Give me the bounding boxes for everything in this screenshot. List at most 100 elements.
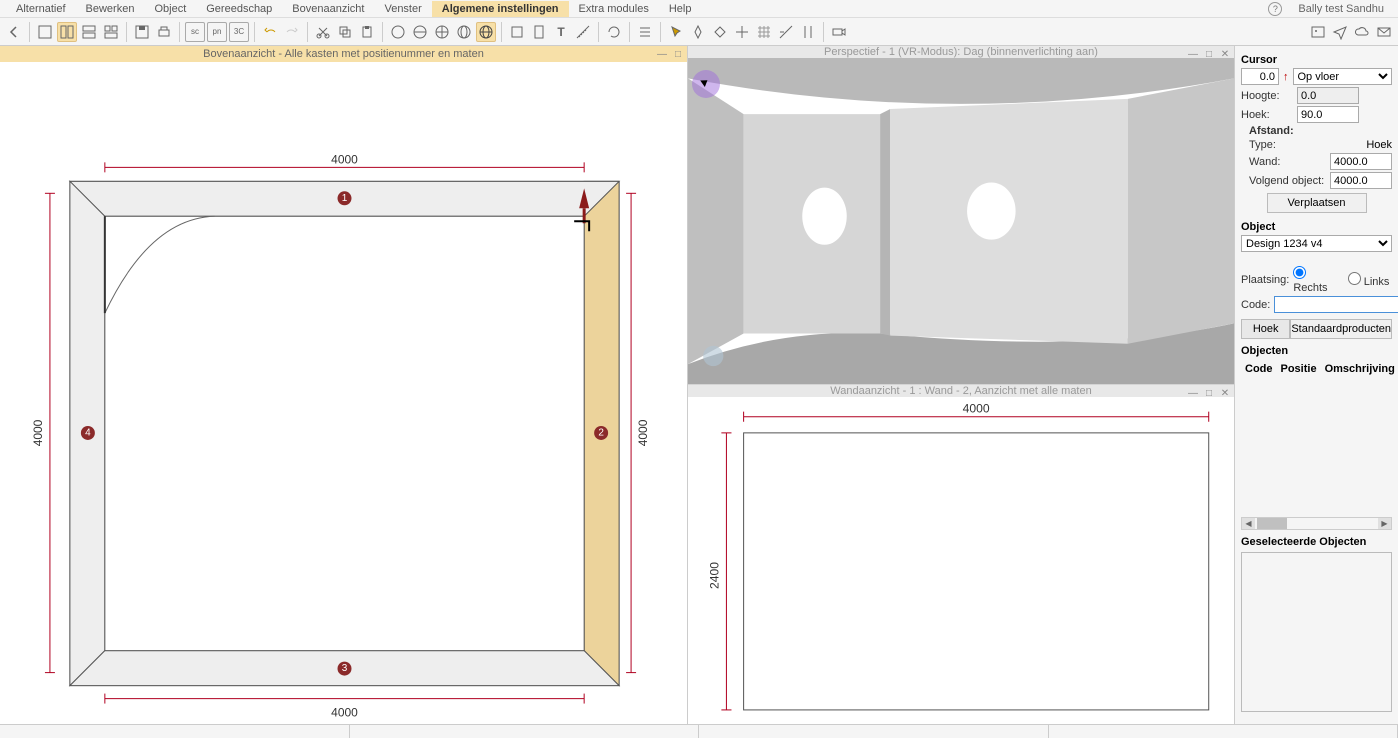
scroll-thumb[interactable] <box>1257 518 1287 529</box>
text-icon[interactable]: T <box>551 22 571 42</box>
tab-standaardproducten[interactable]: Standaardproducten <box>1290 319 1392 339</box>
svg-text:4: 4 <box>85 427 91 438</box>
layout2-icon[interactable] <box>57 22 77 42</box>
list-icon[interactable] <box>635 22 655 42</box>
menu-help[interactable]: Help <box>659 1 702 17</box>
print-icon[interactable] <box>154 22 174 42</box>
verplaatsen-button[interactable]: Verplaatsen <box>1267 193 1367 213</box>
globe1-icon[interactable] <box>388 22 408 42</box>
cursor-mode-select[interactable]: Op vloer <box>1293 68 1393 85</box>
globe5-icon[interactable] <box>476 22 496 42</box>
perspective-title-bar: Perspectief - 1 (VR-Modus): Dag (binnenv… <box>688 46 1234 58</box>
plaatsing-label: Plaatsing: <box>1241 274 1289 286</box>
snap5-icon[interactable] <box>798 22 818 42</box>
cursor-highlight <box>692 70 720 98</box>
hoek-input[interactable] <box>1297 106 1359 123</box>
hoek-label: Hoek: <box>1241 109 1293 121</box>
redo-icon[interactable] <box>282 22 302 42</box>
cloud-icon[interactable] <box>1352 22 1372 42</box>
grid-icon[interactable] <box>754 22 774 42</box>
globe3-icon[interactable] <box>432 22 452 42</box>
svg-text:2: 2 <box>598 427 604 438</box>
layout3-icon[interactable] <box>79 22 99 42</box>
radio-links[interactable]: Links <box>1348 272 1392 288</box>
menu-bewerken[interactable]: Bewerken <box>76 1 145 17</box>
wand-input[interactable] <box>1330 153 1392 170</box>
mail-icon[interactable] <box>1374 22 1394 42</box>
refresh-icon[interactable] <box>604 22 624 42</box>
copy-icon[interactable] <box>335 22 355 42</box>
clipboard-icon[interactable] <box>529 22 549 42</box>
3c-icon[interactable]: 3C <box>229 22 249 42</box>
menu-object[interactable]: Object <box>144 1 196 17</box>
wall-view-canvas[interactable]: 4000 2400 <box>688 397 1234 724</box>
wallview-title: Wandaanzicht - 1 : Wand - 2, Aanzicht me… <box>830 385 1091 397</box>
object-section-title: Object <box>1241 221 1392 233</box>
wallview-title-bar: Wandaanzicht - 1 : Wand - 2, Aanzicht me… <box>688 385 1234 397</box>
pn-icon[interactable]: pn <box>207 22 227 42</box>
snap4-icon[interactable] <box>776 22 796 42</box>
dim-bottom: 4000 <box>331 706 358 720</box>
snap1-icon[interactable] <box>688 22 708 42</box>
menu-bar: Alternatief Bewerken Object Gereedschap … <box>0 0 1398 18</box>
snap3-icon[interactable] <box>732 22 752 42</box>
scroll-left-icon[interactable]: ◀ <box>1242 518 1255 529</box>
layout4-icon[interactable] <box>101 22 121 42</box>
radio-rechts[interactable]: Rechts <box>1293 266 1337 294</box>
wall-dim-top: 4000 <box>963 402 990 416</box>
perspective-canvas[interactable] <box>688 58 1234 385</box>
tab-hoek[interactable]: Hoek <box>1241 319 1290 339</box>
snap2-icon[interactable] <box>710 22 730 42</box>
dim-top: 4000 <box>331 152 358 166</box>
menu-alternatief[interactable]: Alternatief <box>6 1 76 17</box>
user-name-label: Bally test Sandhu <box>1290 3 1392 15</box>
back-icon[interactable] <box>4 22 24 42</box>
afstand-label: Afstand: <box>1249 125 1309 137</box>
volgend-label: Volgend object: <box>1249 175 1326 187</box>
cut-icon[interactable] <box>313 22 333 42</box>
measure-icon[interactable] <box>573 22 593 42</box>
geselecteerde-title: Geselecteerde Objecten <box>1241 536 1392 548</box>
status-bar <box>0 724 1398 738</box>
send-icon[interactable] <box>1330 22 1350 42</box>
cursor-section-title: Cursor <box>1241 54 1392 66</box>
menu-venster[interactable]: Venster <box>374 1 431 17</box>
menu-extra-modules[interactable]: Extra modules <box>569 1 659 17</box>
layout1-icon[interactable] <box>35 22 55 42</box>
hoogte-input[interactable] <box>1297 87 1359 104</box>
top-view-canvas[interactable]: 4000 4000 4000 4000 <box>0 62 687 724</box>
menu-algemene-instellingen[interactable]: Algemene instellingen <box>432 1 569 17</box>
svg-text:3: 3 <box>342 663 348 674</box>
objecten-title: Objecten <box>1241 345 1392 357</box>
pointer-icon[interactable] <box>666 22 686 42</box>
col-code: Code <box>1241 361 1277 377</box>
cursor-arrow-icon: ↑ <box>1283 71 1289 83</box>
menu-gereedschap[interactable]: Gereedschap <box>196 1 282 17</box>
menu-bovenaanzicht[interactable]: Bovenaanzicht <box>282 1 374 17</box>
volgend-input[interactable] <box>1330 172 1392 189</box>
topview-title: Bovenaanzicht - Alle kasten met positien… <box>203 48 484 60</box>
help-icon[interactable]: ? <box>1268 2 1282 16</box>
object-select[interactable]: Design 1234 v4 <box>1241 235 1392 252</box>
cursor-value-input[interactable] <box>1241 68 1279 85</box>
type-label: Type: <box>1249 139 1309 151</box>
minimize-icon[interactable]: — <box>655 47 669 61</box>
undo-icon[interactable] <box>260 22 280 42</box>
svg-text:1: 1 <box>342 193 348 204</box>
wall-dim-left: 2400 <box>707 562 721 589</box>
topview-title-bar: Bovenaanzicht - Alle kasten met positien… <box>0 46 687 62</box>
paste-icon[interactable] <box>357 22 377 42</box>
dim-left: 4000 <box>31 419 45 446</box>
objecten-scrollbar[interactable]: ◀ ▶ <box>1241 517 1392 530</box>
image-icon[interactable] <box>1308 22 1328 42</box>
globe2-icon[interactable] <box>410 22 430 42</box>
save-icon[interactable] <box>132 22 152 42</box>
sc-icon[interactable]: sc <box>185 22 205 42</box>
camera-icon[interactable] <box>829 22 849 42</box>
scroll-right-icon[interactable]: ▶ <box>1378 518 1391 529</box>
col-omschrijving: Omschrijving <box>1321 361 1398 377</box>
note-icon[interactable] <box>507 22 527 42</box>
globe4-icon[interactable] <box>454 22 474 42</box>
code-input[interactable] <box>1274 296 1398 313</box>
maximize-icon[interactable]: □ <box>671 47 685 61</box>
